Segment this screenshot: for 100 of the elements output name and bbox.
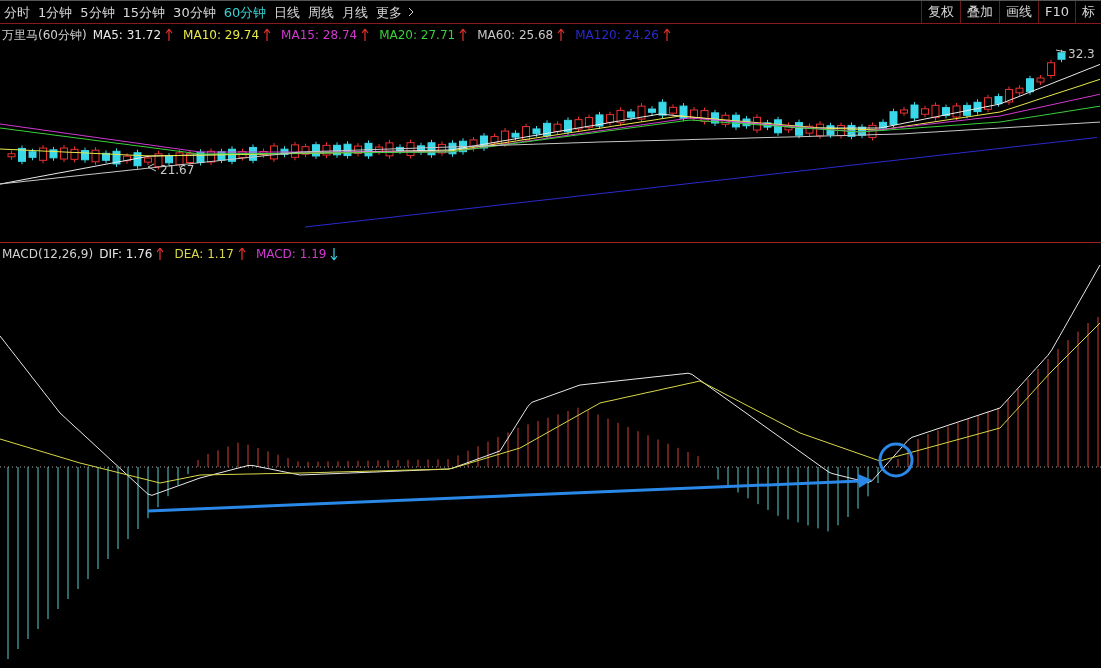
toolbar-button[interactable]: 复权 [920,1,960,23]
candlestick [732,111,740,131]
candlestick [994,93,1003,108]
candlestick [469,136,478,153]
candlestick [658,98,667,119]
candlestick [879,118,887,132]
candlestick [438,140,446,157]
indicator-title: 万里马(60分钟) [2,27,87,44]
candlestick [826,122,835,139]
candlestick [942,104,950,119]
candlestick [532,125,541,138]
candlestick [354,142,362,157]
leader-line [1055,49,1067,53]
candlestick [837,122,845,140]
period-tab[interactable]: 周线 [308,5,335,19]
candlestick [165,152,173,167]
candlestick [312,141,320,160]
candlestick [501,127,509,148]
candlestick [973,98,982,116]
candlestick [343,140,352,160]
candlestick [858,123,866,139]
chevron-icon [408,7,415,17]
candlestick [490,133,499,147]
toolbar-button[interactable]: 标 [1075,1,1101,23]
candlestick [133,149,142,170]
indicator-value: MA10: 29.74 [183,27,260,44]
candlestick [784,121,793,134]
candlestick [637,102,646,123]
period-tab[interactable]: 5分钟 [80,5,115,19]
price-label: 32.3 [1068,47,1095,61]
candlestick [154,150,163,171]
period-tab[interactable]: 30分钟 [173,5,216,19]
candlestick [543,119,551,140]
candlestick [1036,74,1045,86]
candlestick [921,105,929,118]
candlestick [28,148,37,161]
candlestick [595,111,604,130]
candlestick [1026,75,1034,96]
indicator-value: DEA: 1.17 [174,246,234,263]
candlestick [280,145,289,158]
candlestick [585,114,593,131]
candlestick [511,129,520,141]
candlestick [1015,84,1024,97]
indicator-title: MACD(12,26,9) [2,246,94,263]
candlestick [427,139,436,159]
candlestick [669,103,677,117]
period-tab[interactable]: 60分钟 [223,5,267,19]
period-tab[interactable]: 1分钟 [38,5,73,19]
candlestick [627,108,635,121]
toolbar-button[interactable]: 画线 [998,1,1038,23]
candlestick [690,106,698,122]
period-tab[interactable]: 分时 [4,5,30,19]
candlestick [816,120,824,140]
indicator-value: DIF: 1.76 [99,246,153,263]
indicator-value: MACD: 1.19 [255,246,327,263]
candlestick [984,94,992,113]
period-tab[interactable]: 月线 [342,5,369,19]
candlestick [49,146,58,162]
indicator-value: MA20: 27.71 [379,27,456,44]
candlestick [322,141,331,159]
candlestick [522,123,530,144]
period-tab[interactable]: 15分钟 [122,5,166,19]
more-tab[interactable]: 更多 [376,5,415,19]
candlestick [742,115,751,130]
candlestick [753,113,761,134]
crossover-circle [878,442,914,478]
candlestick [123,152,131,165]
candlestick [7,150,16,161]
candlestick [70,145,79,163]
indicator-value: MA60: 25.68 [477,27,554,44]
candlestick [60,144,68,163]
candlestick [795,119,803,139]
toolbar-button[interactable]: F10 [1037,1,1075,23]
candlestick [574,116,583,133]
candlestick [889,108,898,129]
candlestick [18,144,26,165]
candlestick [228,145,236,165]
candlestick [91,146,100,166]
indicator-value: MA5: 31.72 [92,27,162,44]
candlestick [721,111,730,128]
candlestick [196,148,205,166]
toolbar-button[interactable]: 叠加 [959,1,999,23]
period-tab[interactable]: 日线 [274,5,301,19]
candlestick [931,101,940,122]
candlestick [868,121,877,142]
candlestick [186,150,194,166]
candlestick [553,120,562,135]
candlestick [144,154,152,166]
candlestick [81,147,89,164]
candlestick [763,119,772,131]
candlestick [805,122,814,137]
candlestick [217,148,226,164]
candlestick [700,107,709,125]
candlestick [1005,85,1013,106]
price-label: 21.67 [160,163,195,177]
candlestick [679,102,688,122]
candlestick [952,102,961,121]
candlestick [900,106,908,117]
candlestick [396,143,404,155]
candlestick [39,144,47,164]
